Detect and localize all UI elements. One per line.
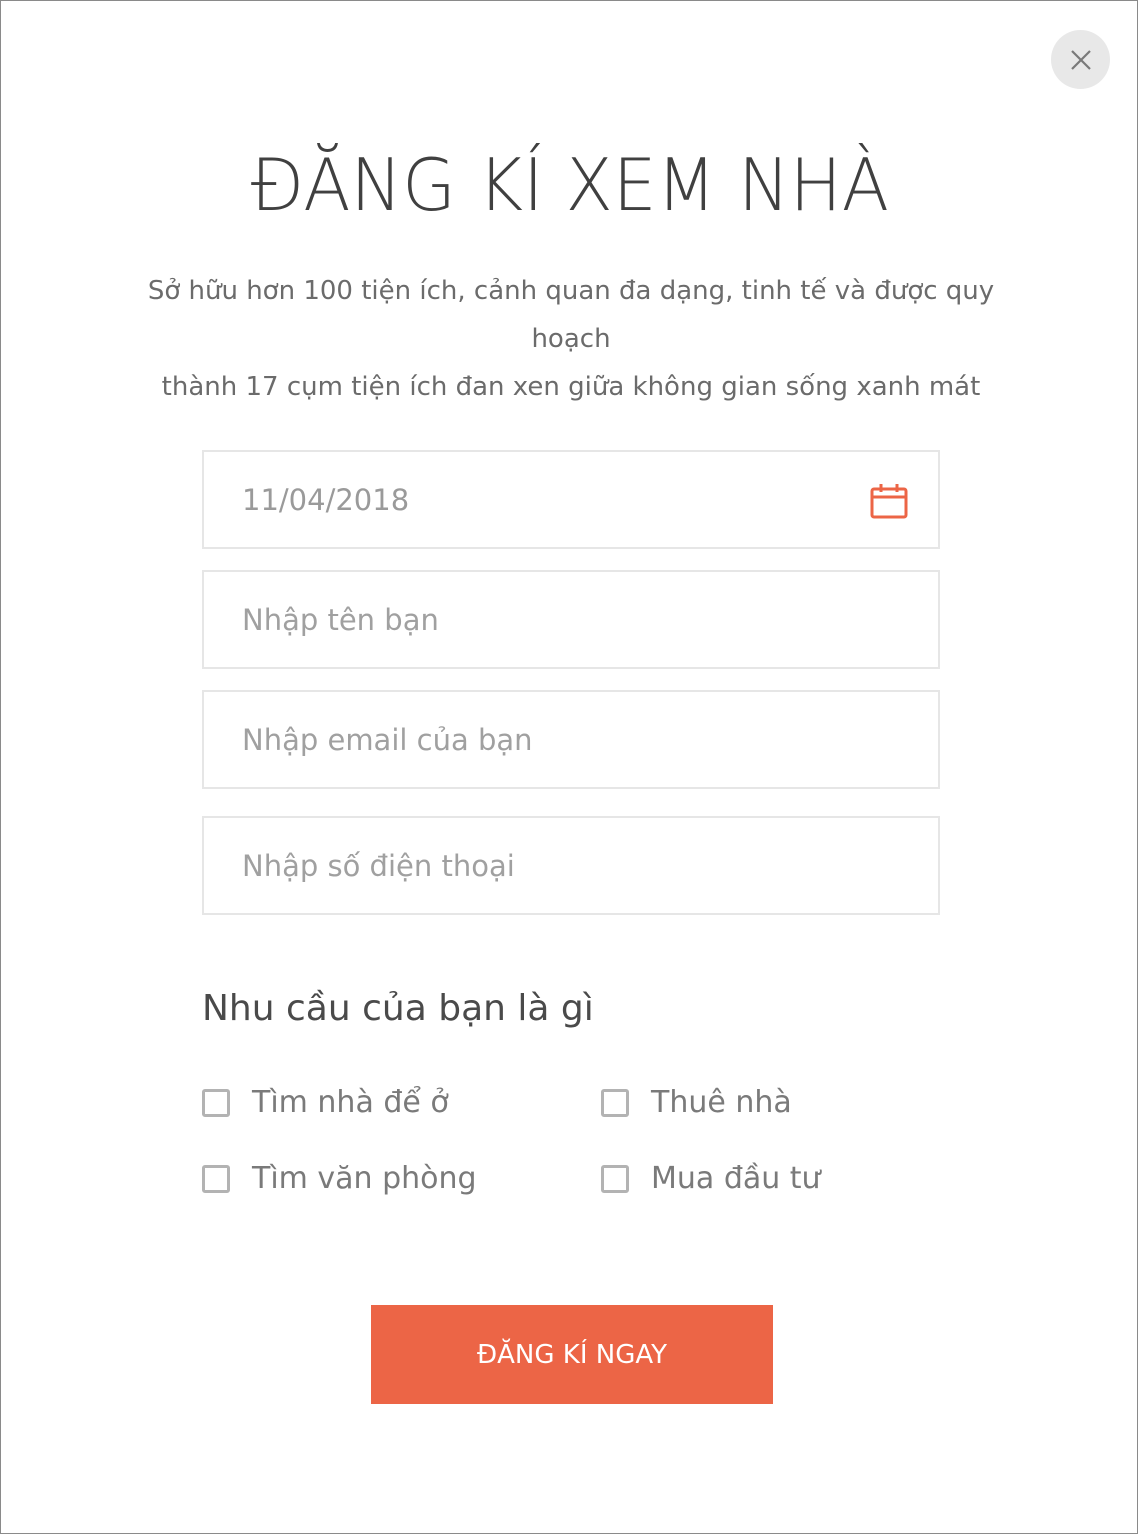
- date-field[interactable]: [202, 450, 940, 549]
- option-label: Tìm văn phòng: [252, 1161, 477, 1196]
- subtitle-line-1: Sở hữu hơn 100 tiện ích, cảnh quan đa dạ…: [147, 276, 995, 354]
- checkbox[interactable]: [202, 1089, 230, 1117]
- close-button[interactable]: [1051, 30, 1110, 89]
- calendar-icon[interactable]: [870, 483, 908, 519]
- subtitle-line-2: thành 17 cụm tiện ích đan xen giữa không…: [161, 372, 981, 402]
- checkbox[interactable]: [202, 1165, 230, 1193]
- modal-subtitle: Sở hữu hơn 100 tiện ích, cảnh quan đa dạ…: [121, 267, 1021, 411]
- checkbox[interactable]: [601, 1165, 629, 1193]
- close-icon: [1070, 49, 1091, 70]
- date-input[interactable]: [204, 452, 938, 547]
- name-field[interactable]: [202, 570, 940, 669]
- option-label: Thuê nhà: [651, 1085, 792, 1120]
- phone-input[interactable]: [204, 818, 938, 913]
- needs-title: Nhu cầu của bạn là gì: [202, 988, 594, 1029]
- option-mua-dau-tu[interactable]: Mua đầu tư: [601, 1159, 821, 1199]
- option-tim-nha-de-o[interactable]: Tìm nhà để ở: [202, 1083, 449, 1123]
- option-label: Mua đầu tư: [651, 1161, 821, 1196]
- option-thue-nha[interactable]: Thuê nhà: [601, 1083, 792, 1123]
- modal-title: ĐĂNG KÍ XEM NHÀ: [250, 143, 890, 227]
- checkbox[interactable]: [601, 1089, 629, 1117]
- name-input[interactable]: [204, 572, 938, 667]
- option-tim-van-phong[interactable]: Tìm văn phòng: [202, 1159, 477, 1199]
- submit-button[interactable]: ĐĂNG KÍ NGAY: [371, 1305, 773, 1404]
- email-field[interactable]: [202, 690, 940, 789]
- email-input[interactable]: [204, 692, 938, 787]
- option-label: Tìm nhà để ở: [252, 1085, 449, 1120]
- registration-modal: ĐĂNG KÍ XEM NHÀ Sở hữu hơn 100 tiện ích,…: [0, 0, 1138, 1534]
- phone-field[interactable]: [202, 816, 940, 915]
